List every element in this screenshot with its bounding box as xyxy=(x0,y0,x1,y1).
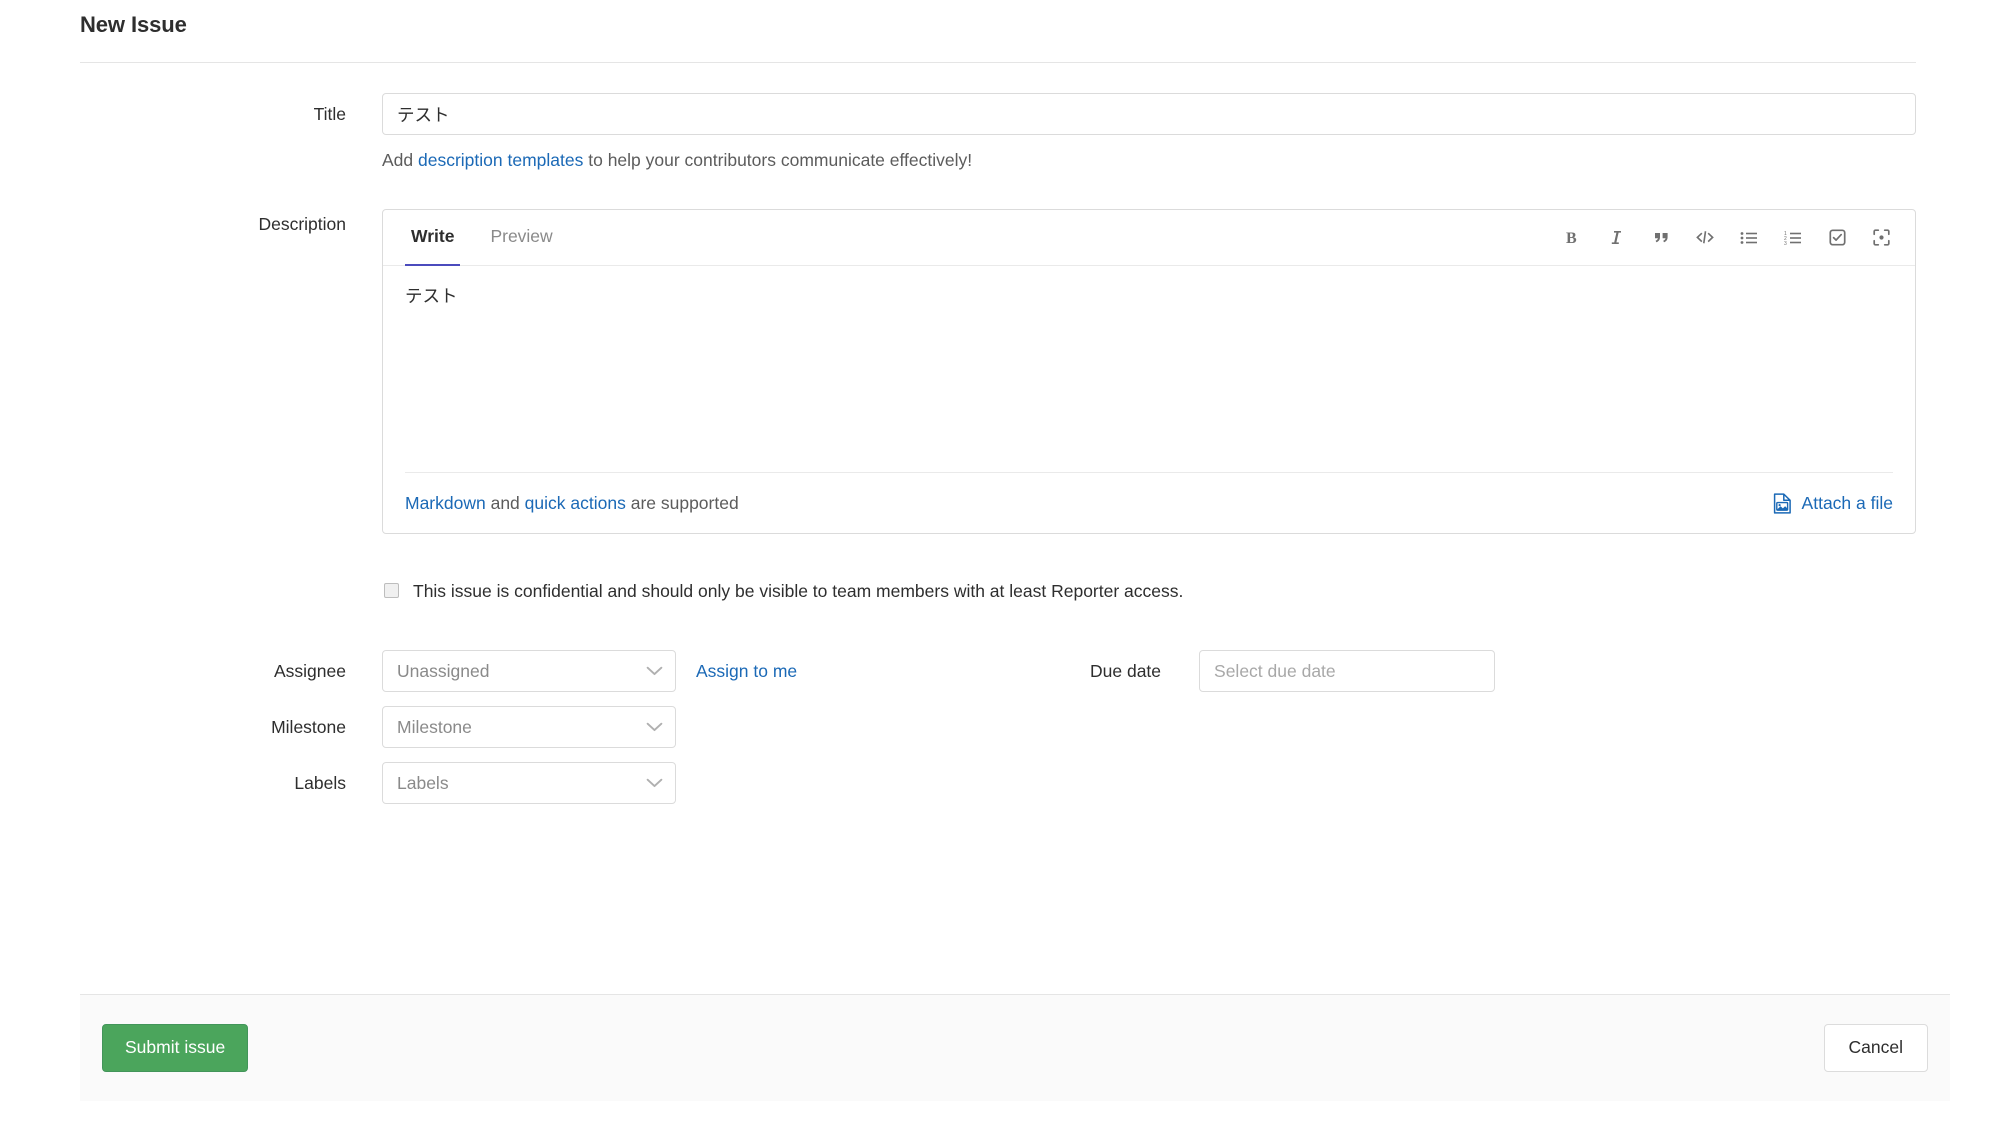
description-templates-hint: Add description templates to help your c… xyxy=(382,149,1916,171)
italic-icon[interactable] xyxy=(1603,224,1631,252)
new-issue-page: New Issue Title Add description template… xyxy=(0,0,1996,1138)
assignee-value: Unassigned xyxy=(397,660,490,681)
hint-suffix: to help your contributors communicate ef… xyxy=(583,150,973,170)
numbered-list-icon[interactable]: 1 2 3 xyxy=(1779,224,1807,252)
assignee-row: Assignee Unassigned Assign to me xyxy=(80,650,1916,692)
svg-text:3: 3 xyxy=(1784,241,1787,246)
labels-label: Labels xyxy=(294,772,346,793)
attach-file-button[interactable]: Attach a file xyxy=(1773,493,1893,514)
markdown-tabs: Write Preview xyxy=(405,210,583,266)
issue-meta-section: Assignee Unassigned Assign to me Milesto… xyxy=(80,650,1916,804)
markdown-toolbar: B 1 2 3 xyxy=(1559,224,1895,252)
chevron-down-icon xyxy=(646,666,663,677)
milestone-dropdown[interactable]: Milestone xyxy=(382,706,676,748)
labels-row: Labels Labels xyxy=(80,762,1916,804)
code-icon[interactable] xyxy=(1691,224,1719,252)
svg-text:B: B xyxy=(1566,230,1577,246)
labels-dropdown[interactable]: Labels xyxy=(382,762,676,804)
assignee-dropdown[interactable]: Unassigned xyxy=(382,650,676,692)
markdown-link[interactable]: Markdown xyxy=(405,493,486,513)
markdown-support-text: Markdown and quick actions are supported xyxy=(405,493,739,514)
bold-icon[interactable]: B xyxy=(1559,224,1587,252)
description-templates-link[interactable]: description templates xyxy=(418,150,583,170)
due-date-input[interactable] xyxy=(1199,650,1496,692)
milestone-value: Milestone xyxy=(397,716,472,737)
markdown-footer: Markdown and quick actions are supported xyxy=(405,472,1893,533)
quote-icon[interactable] xyxy=(1647,224,1675,252)
description-textarea[interactable]: テスト xyxy=(405,284,1893,434)
issue-form: Title Add description templates to help … xyxy=(0,93,1996,804)
fullscreen-icon[interactable] xyxy=(1867,224,1895,252)
quick-actions-link[interactable]: quick actions xyxy=(525,493,626,513)
title-field-wrap: Add description templates to help your c… xyxy=(382,93,1916,171)
confidential-checkbox[interactable] xyxy=(384,583,399,598)
tab-preview[interactable]: Preview xyxy=(484,210,558,266)
form-actions-footer: Submit issue Cancel xyxy=(80,994,1950,1101)
chevron-down-icon xyxy=(646,778,663,789)
labels-value: Labels xyxy=(397,772,449,793)
confidential-label[interactable]: This issue is confidential and should on… xyxy=(413,578,1183,604)
page-title: New Issue xyxy=(80,12,187,37)
confidential-row: This issue is confidential and should on… xyxy=(80,578,1916,604)
due-date-label: Due date xyxy=(1090,660,1162,681)
header-divider xyxy=(80,62,1916,63)
description-label: Description xyxy=(258,214,346,234)
task-list-icon[interactable] xyxy=(1823,224,1851,252)
assign-to-me-link[interactable]: Assign to me xyxy=(696,661,797,682)
markdown-body: テスト xyxy=(383,266,1915,472)
title-row: Title Add description templates to help … xyxy=(80,93,1916,171)
chevron-down-icon xyxy=(646,722,663,733)
hint-prefix: Add xyxy=(382,150,418,170)
milestone-row: Milestone Milestone xyxy=(80,706,1916,748)
page-header: New Issue xyxy=(0,0,1996,44)
assignee-label: Assignee xyxy=(274,660,346,681)
markdown-editor-header: Write Preview B 1 2 3 xyxy=(383,210,1915,266)
image-file-icon xyxy=(1773,492,1792,514)
title-label: Title xyxy=(313,104,346,124)
cancel-button[interactable]: Cancel xyxy=(1823,1024,1928,1072)
markdown-editor: Write Preview B 1 2 3 テスト Markdown and q… xyxy=(382,209,1916,534)
submit-issue-button[interactable]: Submit issue xyxy=(102,1024,249,1072)
milestone-label: Milestone xyxy=(271,716,346,737)
description-row: Description Write Preview B 1 2 3 テスト Ma… xyxy=(80,209,1916,534)
description-field-wrap: Write Preview B 1 2 3 テスト Markdown and q… xyxy=(382,209,1916,534)
markdown-footer-middle: and xyxy=(485,492,525,513)
tab-write[interactable]: Write xyxy=(405,210,461,266)
due-date-group: Due date xyxy=(1090,650,1496,692)
title-input[interactable] xyxy=(382,93,1916,135)
bullet-list-icon[interactable] xyxy=(1735,224,1763,252)
attach-file-label: Attach a file xyxy=(1801,492,1893,513)
markdown-footer-suffix: are supported xyxy=(625,492,739,513)
